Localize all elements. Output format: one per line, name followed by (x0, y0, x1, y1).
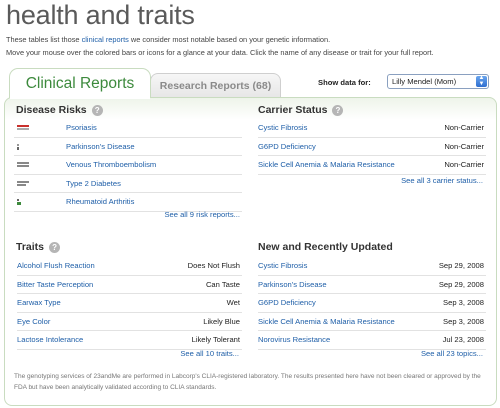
list-item[interactable]: Rheumatoid Arthritis (14, 193, 242, 212)
page-title: health and traits (6, 0, 195, 30)
traits-title: Traits (16, 241, 45, 253)
list-item[interactable]: Cystic Fibrosis Sep 29, 2008 (258, 257, 486, 276)
tab-research-reports[interactable]: Research Reports (68) (150, 73, 281, 98)
clia-disclaimer: The genotyping services of 23andMe are p… (14, 373, 481, 391)
help-icon[interactable]: ? (49, 241, 61, 253)
traits-list: Alcohol Flush Reaction Does Not Flush Bi… (17, 257, 242, 350)
carrier-name[interactable]: Sickle Cell Anemia & Malaria Resistance (258, 160, 395, 169)
recent-topic-name[interactable]: Norovirus Resistance (258, 335, 330, 344)
list-item[interactable]: Alcohol Flush Reaction Does Not Flush (17, 257, 242, 276)
clinical-reports-link[interactable]: clinical reports (82, 35, 129, 44)
carrier-name[interactable]: Cystic Fibrosis (258, 123, 307, 132)
carrier-status-heading: Carrier Status ? (258, 104, 344, 116)
trait-value: Wet (226, 298, 240, 308)
list-item[interactable]: Sickle Cell Anemia & Malaria Resistance … (258, 156, 486, 175)
list-item[interactable]: Bitter Taste Perception Can Taste (17, 276, 242, 294)
recent-updates-list: Cystic Fibrosis Sep 29, 2008 Parkinson's… (258, 257, 486, 350)
trait-value: Can Taste (205, 279, 240, 289)
recent-topic-name[interactable]: Parkinson's Disease (258, 280, 327, 289)
recent-updates-heading: New and Recently Updated (258, 241, 393, 253)
disease-risk-name[interactable]: Rheumatoid Arthritis (66, 197, 134, 206)
disease-risk-name[interactable]: Psoriasis (66, 123, 97, 132)
risk-bar-small-icon[interactable] (17, 143, 29, 150)
recent-topic-date: Sep 3, 2008 (443, 298, 484, 308)
tab-clinical-label: Clinical Reports (25, 74, 135, 92)
recent-topic-name[interactable]: G6PD Deficiency (258, 298, 316, 307)
list-item[interactable]: Cystic Fibrosis Non-Carrier (258, 119, 486, 138)
recent-topic-name[interactable]: Sickle Cell Anemia & Malaria Resistance (258, 317, 395, 326)
see-all-traits-link[interactable]: See all 10 traits... (17, 349, 239, 358)
disease-risk-name[interactable]: Venous Thromboembolism (66, 160, 156, 169)
risk-bar-gray-icon[interactable] (17, 162, 29, 168)
list-item[interactable]: G6PD Deficiency Sep 3, 2008 (258, 294, 486, 313)
see-all-risk-reports-link[interactable]: See all 9 risk reports... (14, 210, 240, 219)
disease-risks-heading: Disease Risks ? (16, 104, 103, 116)
risk-bar-green-icon[interactable] (17, 199, 29, 205)
trait-name[interactable]: Lactose Intolerance (17, 335, 83, 344)
trait-name[interactable]: Bitter Taste Perception (17, 280, 93, 289)
see-all-topics-link[interactable]: See all 23 topics... (258, 349, 483, 358)
carrier-value: Non-Carrier (444, 141, 484, 151)
list-item[interactable]: G6PD Deficiency Non-Carrier (258, 138, 486, 156)
list-item[interactable]: Sickle Cell Anemia & Malaria Resistance … (258, 313, 486, 331)
intro-line1-suffix: we consider most notable based on your g… (128, 35, 331, 44)
carrier-status-title: Carrier Status (258, 104, 328, 116)
tab-clinical-reports[interactable]: Clinical Reports (9, 68, 151, 98)
list-item[interactable]: Type 2 Diabetes (14, 175, 242, 193)
carrier-name[interactable]: G6PD Deficiency (258, 142, 316, 151)
intro-line2: Move your mouse over the colored bars or… (6, 48, 434, 57)
recent-topic-date: Sep 29, 2008 (438, 279, 484, 289)
help-icon[interactable]: ? (91, 104, 103, 116)
recent-topic-date: Sep 3, 2008 (443, 316, 484, 326)
disease-risk-name[interactable]: Parkinson's Disease (66, 142, 135, 151)
trait-name[interactable]: Eye Color (17, 317, 50, 326)
list-item[interactable]: Venous Thromboembolism (14, 156, 242, 175)
list-item[interactable]: Parkinson's Disease (14, 138, 242, 156)
recent-updates-title: New and Recently Updated (258, 241, 393, 253)
list-item[interactable]: Psoriasis (14, 119, 242, 138)
select-arrows-icon: ▲ ▼ (476, 75, 487, 87)
show-data-label: Show data for: (318, 78, 371, 87)
recent-topic-name[interactable]: Cystic Fibrosis (258, 261, 307, 270)
see-all-carrier-status-link[interactable]: See all 3 carrier status... (258, 176, 483, 185)
risk-bar-red-icon[interactable] (17, 125, 29, 131)
intro-line1-prefix: These tables list those (6, 35, 82, 44)
list-item[interactable]: Eye Color Likely Blue (17, 313, 242, 331)
list-item[interactable]: Norovirus Resistance Jul 23, 2008 (258, 331, 486, 350)
disease-risk-name[interactable]: Type 2 Diabetes (66, 179, 121, 188)
trait-value: Likely Tolerant (191, 335, 240, 345)
disease-risks-list: Psoriasis Parkinson's Disease Venous Thr… (14, 119, 242, 212)
recent-topic-date: Jul 23, 2008 (442, 335, 484, 345)
carrier-value: Non-Carrier (444, 160, 484, 170)
list-item[interactable]: Lactose Intolerance Likely Tolerant (17, 331, 242, 350)
intro-text: These tables list those clinical reports… (6, 33, 496, 59)
carrier-status-list: Cystic Fibrosis Non-Carrier G6PD Deficie… (258, 119, 486, 175)
carrier-value: Non-Carrier (444, 123, 484, 133)
disease-risks-title: Disease Risks (16, 104, 87, 116)
profile-select-value: Lilly Mendel (Mom) (392, 77, 457, 86)
profile-select[interactable]: Lilly Mendel (Mom) ▲ ▼ (387, 74, 489, 89)
list-item[interactable]: Parkinson's Disease Sep 29, 2008 (258, 276, 486, 294)
traits-heading: Traits ? (16, 241, 61, 253)
trait-value: Likely Blue (203, 316, 240, 326)
trait-value: Does Not Flush (187, 261, 240, 271)
list-item[interactable]: Earwax Type Wet (17, 294, 242, 313)
trait-name[interactable]: Alcohol Flush Reaction (17, 261, 95, 270)
risk-bar-gray-icon[interactable] (17, 180, 29, 187)
tab-research-label: Research Reports (68) (159, 80, 272, 92)
help-icon[interactable]: ? (332, 104, 344, 116)
trait-name[interactable]: Earwax Type (17, 298, 61, 307)
recent-topic-date: Sep 29, 2008 (438, 261, 484, 271)
